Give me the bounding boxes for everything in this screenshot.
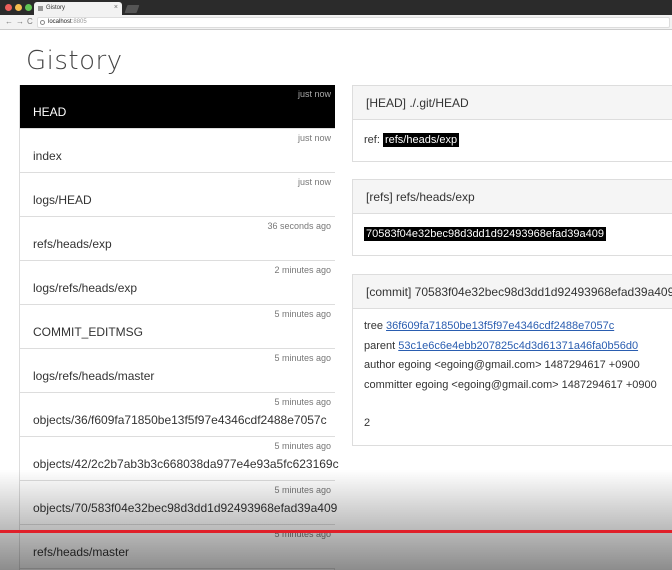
file-time: 5 minutes ago bbox=[274, 309, 331, 319]
file-name: index bbox=[33, 149, 62, 163]
list-item[interactable]: HEAD just now bbox=[20, 85, 335, 129]
window-close-icon[interactable] bbox=[5, 4, 12, 11]
page-title: Gistory bbox=[26, 46, 123, 76]
file-list: HEAD just now index just now logs/HEAD j… bbox=[19, 85, 339, 570]
list-item[interactable]: COMMIT_EDITMSG 5 minutes ago bbox=[20, 305, 335, 349]
file-time: 36 seconds ago bbox=[267, 221, 331, 231]
parent-label: parent bbox=[364, 339, 396, 352]
commit-panel: [commit] 70583f04e32bec98d3dd1d92493968e… bbox=[352, 274, 672, 446]
file-name: logs/refs/heads/exp bbox=[33, 281, 138, 295]
file-name: objects/36/f609fa71850be13f5f97e4346cdf2… bbox=[33, 413, 327, 427]
page-info-icon[interactable] bbox=[40, 20, 45, 25]
tree-label: tree bbox=[364, 320, 383, 332]
back-arrow-icon[interactable]: ← bbox=[5, 17, 13, 26]
tab-close-icon[interactable]: × bbox=[114, 4, 118, 11]
author-line: author egoing <egoing@gmail.com> 1487294… bbox=[364, 359, 640, 371]
list-item[interactable]: refs/heads/exp 36 seconds ago bbox=[20, 217, 335, 261]
file-name: refs/heads/exp bbox=[33, 237, 112, 251]
file-time: 5 minutes ago bbox=[274, 441, 331, 451]
file-time: 5 minutes ago bbox=[274, 485, 331, 495]
ref-label: ref: bbox=[364, 134, 380, 146]
file-time: just now bbox=[297, 177, 331, 187]
forward-arrow-icon[interactable]: → bbox=[16, 17, 24, 26]
tree-hash-link[interactable]: 36f609fa71850be13f5f97e4346cdf2488e7057c bbox=[386, 320, 614, 332]
video-progress-bar[interactable] bbox=[0, 530, 672, 533]
file-name: refs/heads/master bbox=[33, 545, 130, 559]
browser-toolbar: ← → C localhost:8805 bbox=[0, 15, 672, 30]
list-item[interactable]: logs/refs/heads/exp 2 minutes ago bbox=[20, 261, 335, 305]
refs-panel: [refs] refs/heads/exp 70583f04e32bec98d3… bbox=[352, 179, 672, 256]
committer-line: committer egoing <egoing@gmail.com> 1487… bbox=[364, 378, 657, 391]
file-time: just now bbox=[297, 89, 331, 99]
browser-tab-bar: Gistory × bbox=[0, 0, 672, 15]
address-bar[interactable]: localhost:8805 bbox=[37, 17, 670, 28]
parent-hash-link[interactable]: 53c1e6c6e4ebb207825c4d3d61371a46fa0b56d0 bbox=[398, 340, 638, 352]
url-port: :8805 bbox=[71, 19, 87, 25]
list-item[interactable]: objects/42/2c2b7ab3b3c668038da977e4e93a5… bbox=[20, 437, 339, 481]
head-panel-title: [HEAD] ./.git/HEAD bbox=[353, 86, 672, 120]
list-item[interactable]: logs/HEAD just now bbox=[20, 173, 335, 217]
url-host: localhost bbox=[48, 19, 72, 25]
head-panel-body: ref: refs/heads/exp bbox=[353, 120, 672, 147]
reload-icon[interactable]: C bbox=[27, 17, 33, 26]
file-name: objects/70/583f04e32bec98d3dd1d92493968e… bbox=[33, 501, 338, 515]
window-maximize-icon[interactable] bbox=[25, 4, 32, 11]
list-item[interactable]: objects/70/583f04e32bec98d3dd1d92493968e… bbox=[20, 481, 338, 525]
list-item[interactable]: index just now bbox=[20, 129, 335, 173]
file-name: HEAD bbox=[33, 105, 67, 119]
refs-panel-title: [refs] refs/heads/exp bbox=[353, 180, 672, 214]
new-tab-button[interactable] bbox=[124, 5, 140, 13]
head-panel: [HEAD] ./.git/HEAD ref: refs/heads/exp bbox=[352, 85, 672, 162]
file-name: logs/HEAD bbox=[33, 193, 92, 207]
file-name: COMMIT_EDITMSG bbox=[33, 325, 143, 339]
refs-panel-body: 70583f04e32bec98d3dd1d92493968efad39a409 bbox=[353, 214, 672, 241]
file-name: logs/refs/heads/master bbox=[33, 369, 155, 383]
file-time: 2 minutes ago bbox=[274, 265, 331, 275]
file-time: just now bbox=[297, 133, 331, 143]
file-time: 5 minutes ago bbox=[274, 397, 331, 407]
commit-panel-title: [commit] 70583f04e32bec98d3dd1d92493968e… bbox=[353, 275, 672, 309]
tab-title: Gistory bbox=[46, 5, 66, 11]
ref-value[interactable]: refs/heads/exp bbox=[382, 133, 460, 147]
favicon-icon bbox=[38, 6, 43, 11]
commit-panel-body: tree 36f609fa71850be13f5f97e4346cdf2488e… bbox=[353, 309, 672, 434]
file-time: 5 minutes ago bbox=[274, 353, 331, 363]
tree-line: tree 36f609fa71850be13f5f97e4346cdf2488e… bbox=[364, 317, 672, 337]
browser-tab[interactable]: Gistory × bbox=[34, 2, 122, 15]
window-minimize-icon[interactable] bbox=[15, 4, 22, 11]
commit-message: 2 bbox=[364, 417, 371, 429]
file-name: objects/42/2c2b7ab3b3c668038da977e4e93a5… bbox=[33, 457, 339, 471]
list-item[interactable]: objects/36/f609fa71850be13f5f97e4346cdf2… bbox=[20, 393, 335, 437]
ref-hash[interactable]: 70583f04e32bec98d3dd1d92493968efad39a409 bbox=[364, 227, 606, 241]
parent-line: parent 53c1e6c6e4ebb207825c4d3d61371a46f… bbox=[364, 337, 672, 357]
list-item[interactable]: logs/refs/heads/master 5 minutes ago bbox=[20, 349, 335, 393]
